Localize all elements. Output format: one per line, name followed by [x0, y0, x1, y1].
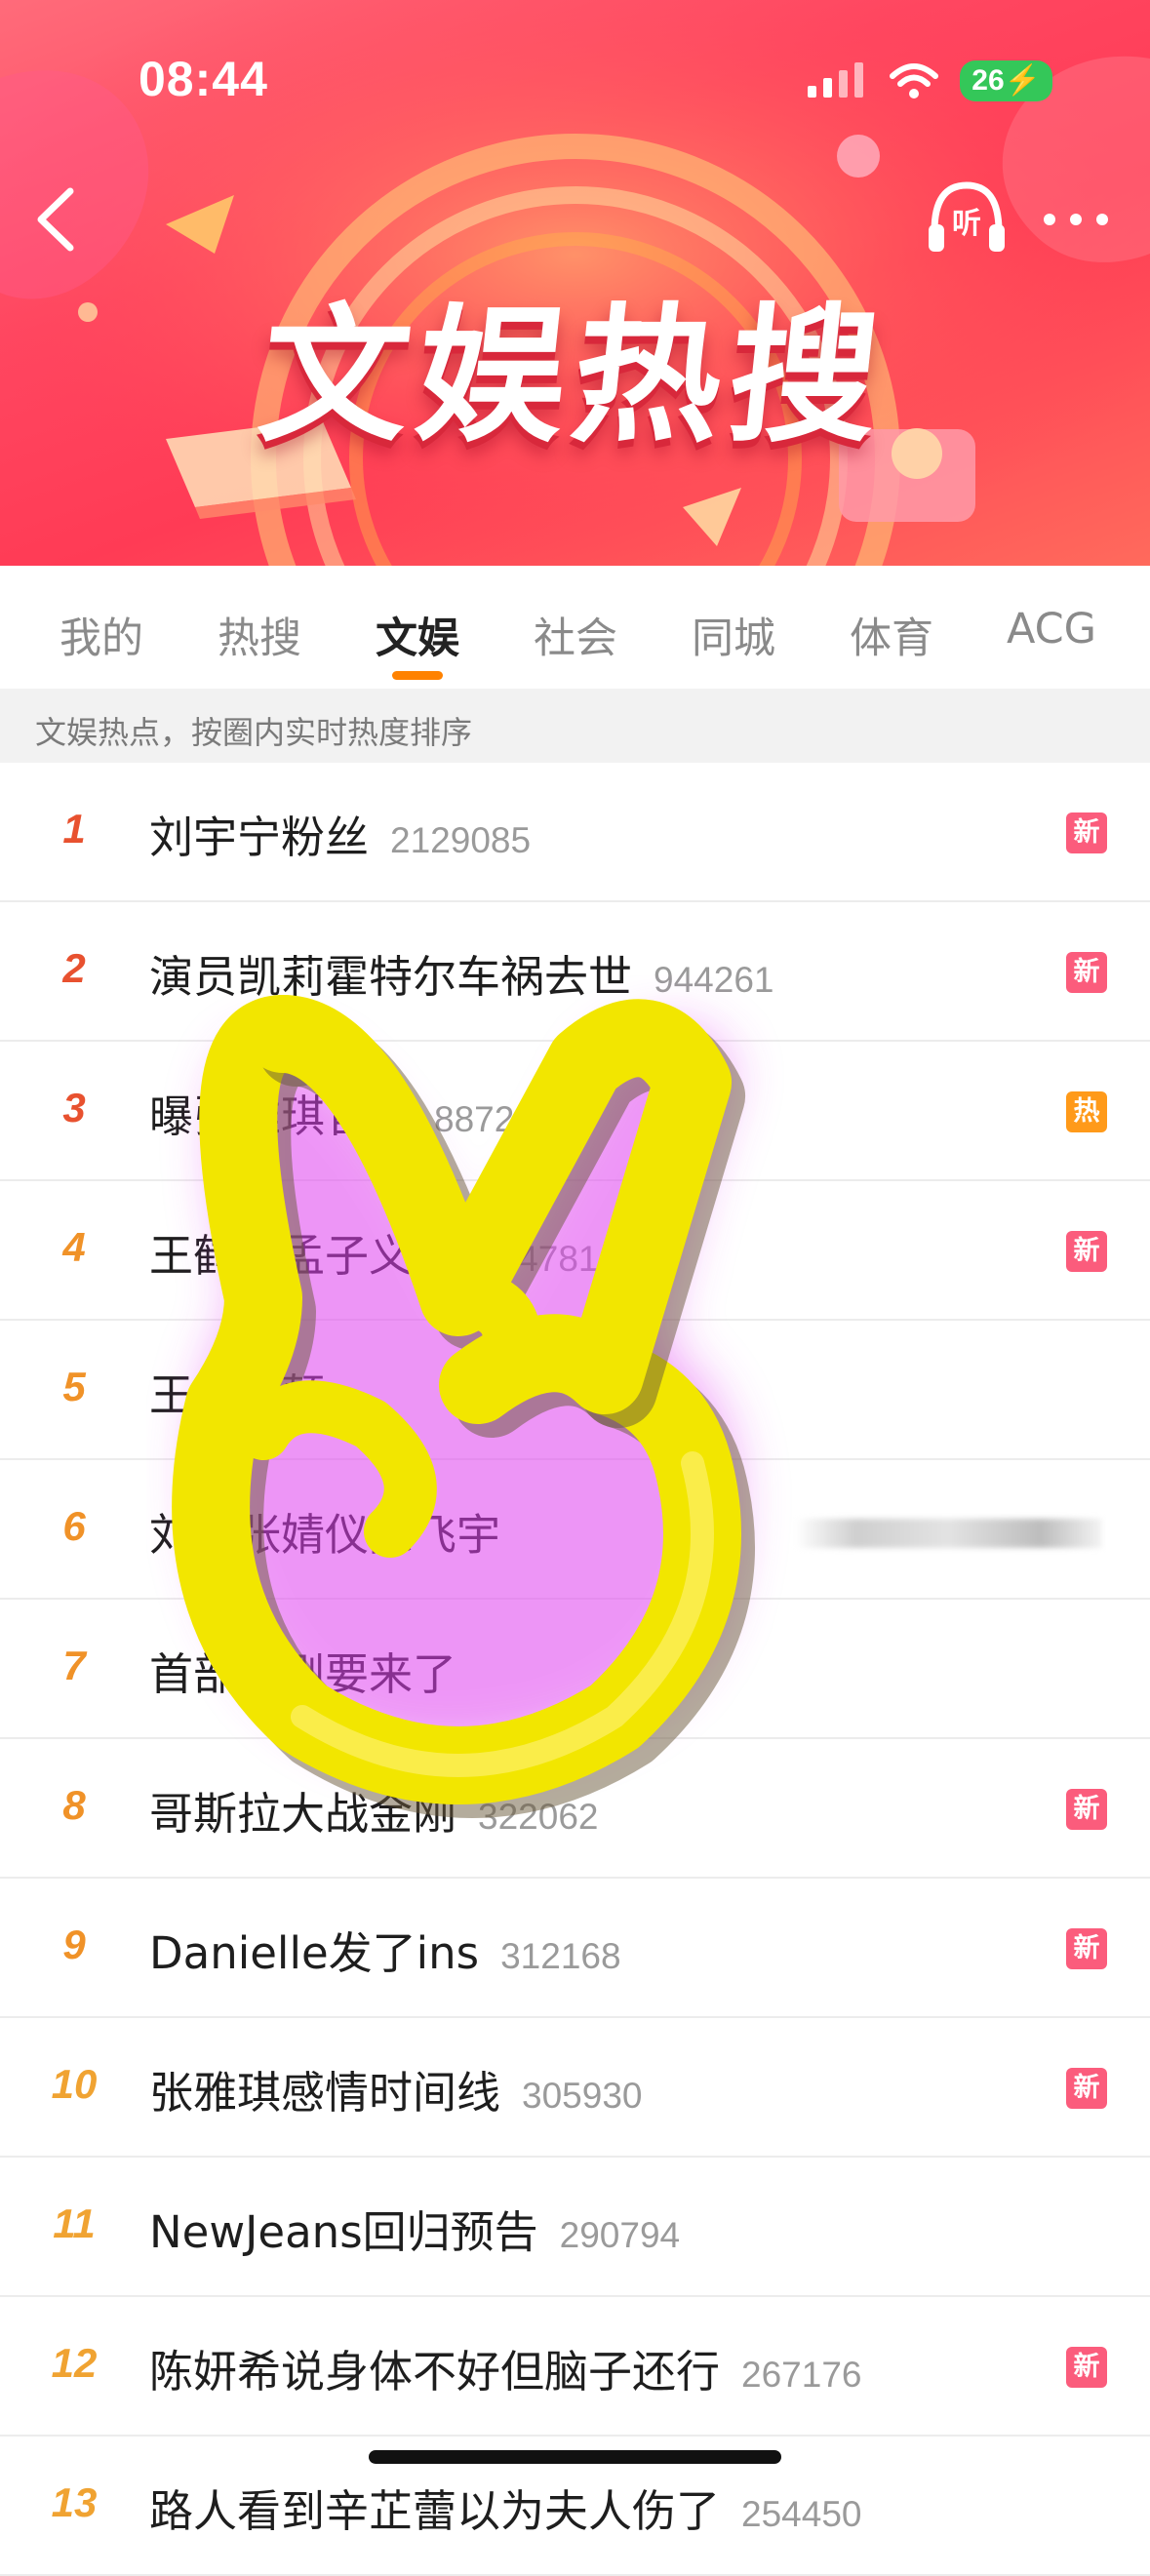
topic-title[interactable]: 曝张雅琪官宣	[149, 1090, 413, 1142]
category-tabs: 我的 热搜 文娱 社会 同城 体育 ACG	[0, 566, 1150, 689]
rank-number: 2	[62, 945, 86, 991]
tab-acg[interactable]: ACG	[1007, 605, 1096, 654]
new-badge: 新	[1066, 1231, 1107, 1272]
tab-mine[interactable]: 我的	[59, 605, 143, 665]
heat-count: 944261	[654, 960, 774, 1000]
tab-hot-search[interactable]: 热搜	[218, 605, 301, 665]
tab-local[interactable]: 同城	[692, 605, 775, 665]
rank-number: 10	[51, 2061, 98, 2107]
topic-title[interactable]: 张雅琪感情时间线	[149, 2067, 500, 2119]
topic-title[interactable]: Danielle发了ins	[149, 1927, 479, 1979]
tab-society[interactable]: 社会	[534, 605, 617, 665]
heat-count: 887221	[434, 1099, 555, 1139]
list-item[interactable]: 4 王鹤棣孟子义吻 824781 新	[0, 1181, 1150, 1321]
tab-sports[interactable]: 体育	[850, 605, 933, 665]
list-item[interactable]: 12 陈妍希说身体不好但脑子还行 267176 新	[0, 2297, 1150, 2437]
listen-label: 听	[952, 207, 981, 241]
new-badge: 新	[1066, 2347, 1107, 2388]
topic-title[interactable]: 王鹤棣孟子义吻	[149, 1230, 456, 1282]
subtitle-text: 文娱热点，按圈内实时热度排序	[35, 714, 473, 751]
topic-title[interactable]: 刘锤张婧仪陈飞宇	[149, 1509, 500, 1561]
topic-title[interactable]: 哥斯拉大战金刚	[149, 1788, 456, 1840]
rank-number: 12	[51, 2340, 98, 2386]
topic-title[interactable]: 陈妍希说身体不好但脑子还行	[149, 2346, 720, 2398]
topic-title[interactable]: NewJeans回归预告	[149, 2206, 538, 2258]
rank-number: 11	[53, 2200, 96, 2246]
blurred-region	[795, 1519, 1102, 1548]
heat-count: 290794	[559, 2215, 681, 2255]
list-item[interactable]: 3 曝张雅琪官宣 887221 热	[0, 1042, 1150, 1181]
home-indicator[interactable]	[369, 2450, 781, 2464]
listen-button[interactable]: 听	[925, 178, 1009, 256]
list-item[interactable]: 6 刘锤张婧仪陈飞宇	[0, 1460, 1150, 1600]
back-icon[interactable]	[27, 185, 86, 254]
header-banner: 08:44 26⚡ 听 文娱热搜	[0, 0, 1150, 566]
heat-count: 305930	[522, 2076, 643, 2116]
hot-badge: 热	[1066, 1091, 1107, 1132]
new-badge: 新	[1066, 1928, 1107, 1969]
battery-indicator: 26⚡	[960, 60, 1052, 101]
heat-count: 312168	[500, 1936, 621, 1976]
rank-number: 6	[62, 1503, 86, 1549]
rank-number: 4	[62, 1224, 86, 1270]
list-item[interactable]: 11 NewJeans回归预告 290794	[0, 2158, 1150, 2297]
tab-indicator	[392, 671, 443, 680]
topic-title[interactable]: 演员凯莉霍特尔车祸去世	[149, 951, 632, 1003]
rank-number: 1	[62, 806, 86, 852]
list-item[interactable]: 1 刘宇宁粉丝 2129085 新	[0, 763, 1150, 902]
charging-icon: ⚡	[1004, 64, 1041, 97]
new-badge: 新	[1066, 812, 1107, 853]
new-badge: 新	[1066, 2068, 1107, 2109]
heat-count: 267176	[741, 2355, 862, 2395]
heat-count: 254450	[741, 2494, 862, 2534]
signal-icon	[808, 62, 864, 98]
new-badge: 新	[1066, 952, 1107, 993]
list-item[interactable]: 10 张雅琪感情时间线 305930 新	[0, 2018, 1150, 2158]
topic-title[interactable]: 王源好颠	[149, 1369, 325, 1421]
list-item[interactable]: 2 演员凯莉霍特尔车祸去世 944261 新	[0, 902, 1150, 1042]
new-badge: 新	[1066, 1789, 1107, 1830]
status-time: 08:44	[139, 52, 268, 106]
heat-count: 2129085	[390, 820, 532, 860]
rank-number: 3	[62, 1085, 86, 1130]
battery-level: 26	[972, 64, 1005, 97]
rank-number: 5	[62, 1364, 86, 1409]
rank-number: 9	[62, 1922, 86, 1967]
list-item[interactable]: 5 王源好颠	[0, 1321, 1150, 1460]
tab-entertainment[interactable]: 文娱	[376, 605, 459, 665]
list-item[interactable]: 8 哥斯拉大战金刚 322062 新	[0, 1739, 1150, 1879]
topic-title[interactable]: 刘宇宁粉丝	[149, 812, 369, 863]
more-icon[interactable]	[1042, 205, 1110, 234]
rank-number: 8	[62, 1782, 86, 1828]
page-title: 文娱热搜	[252, 290, 895, 462]
heat-count: 824781	[478, 1239, 599, 1279]
rank-number: 13	[51, 2479, 98, 2525]
status-icons: 26⚡	[808, 60, 1052, 101]
rank-number: 7	[62, 1643, 86, 1688]
wifi-icon	[890, 63, 939, 99]
topic-title[interactable]: 首部长剧要来了	[149, 1648, 456, 1700]
subtitle-bar: 文娱热点，按圈内实时热度排序	[0, 689, 1150, 763]
list-item[interactable]: 9 Danielle发了ins 312168 新	[0, 1879, 1150, 2018]
hot-search-list: 1 刘宇宁粉丝 2129085 新 2 演员凯莉霍特尔车祸去世 944261 新 3…	[0, 763, 1150, 2576]
list-item[interactable]: 7 首部长剧要来了	[0, 1600, 1150, 1739]
heat-count: 322062	[478, 1797, 599, 1837]
